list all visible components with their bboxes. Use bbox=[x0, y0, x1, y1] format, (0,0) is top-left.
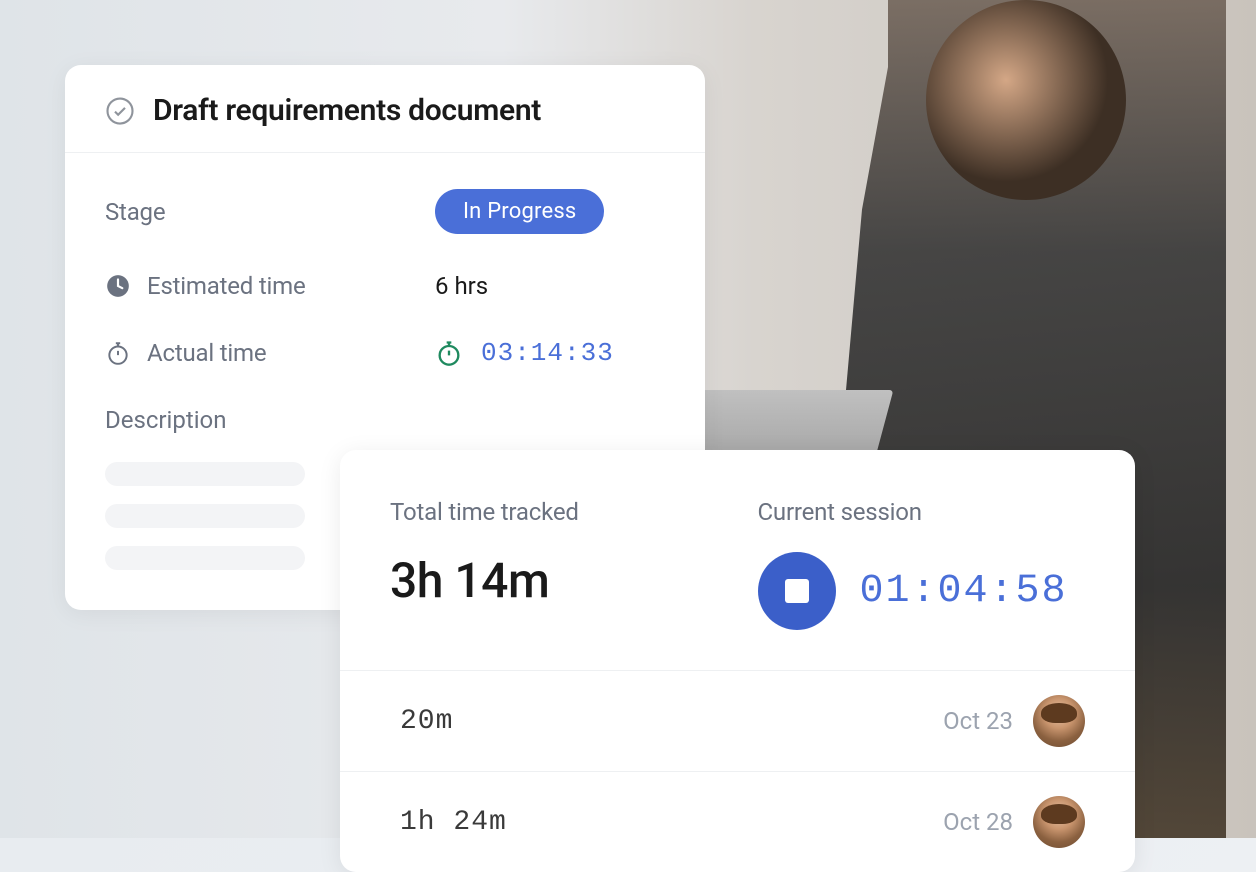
entry-date: Oct 28 bbox=[943, 808, 1013, 836]
skeleton-line bbox=[105, 546, 305, 570]
current-session-value: 01:04:58 bbox=[860, 569, 1068, 614]
time-entry-row[interactable]: 20m Oct 23 bbox=[340, 670, 1135, 771]
estimated-time-label: Estimated time bbox=[147, 272, 306, 300]
description-label: Description bbox=[105, 406, 665, 434]
total-time-col: Total time tracked 3h 14m bbox=[390, 498, 718, 630]
entry-duration: 1h 24m bbox=[400, 807, 507, 838]
entry-duration: 20m bbox=[400, 706, 453, 737]
user-avatar bbox=[1033, 695, 1085, 747]
current-session-col: Current session 01:04:58 bbox=[758, 498, 1086, 630]
user-avatar bbox=[1033, 796, 1085, 848]
skeleton-line bbox=[105, 462, 305, 486]
total-time-label: Total time tracked bbox=[390, 498, 718, 526]
stop-timer-button[interactable] bbox=[758, 552, 836, 630]
actual-time-label: Actual time bbox=[147, 339, 266, 367]
task-title: Draft requirements document bbox=[153, 93, 541, 128]
check-circle-icon bbox=[105, 96, 135, 126]
tracking-summary: Total time tracked 3h 14m Current sessio… bbox=[340, 450, 1135, 670]
current-session-label: Current session bbox=[758, 498, 1086, 526]
actual-time-row: Actual time 03:14:33 bbox=[105, 338, 665, 368]
stopwatch-icon bbox=[105, 340, 131, 366]
clock-icon bbox=[105, 273, 131, 299]
skeleton-line bbox=[105, 504, 305, 528]
stopwatch-active-icon bbox=[435, 339, 463, 367]
entry-date: Oct 23 bbox=[943, 707, 1013, 735]
estimated-time-row: Estimated time 6 hrs bbox=[105, 272, 665, 300]
time-entry-row[interactable]: 1h 24m Oct 28 bbox=[340, 771, 1135, 872]
total-time-value: 3h 14m bbox=[390, 552, 718, 609]
stop-icon bbox=[785, 579, 809, 603]
stage-label: Stage bbox=[105, 198, 165, 226]
task-header: Draft requirements document bbox=[65, 65, 705, 153]
actual-time-value: 03:14:33 bbox=[481, 338, 614, 368]
estimated-time-value: 6 hrs bbox=[435, 272, 488, 300]
stage-badge[interactable]: In Progress bbox=[435, 189, 604, 234]
time-tracking-card: Total time tracked 3h 14m Current sessio… bbox=[340, 450, 1135, 872]
stage-row: Stage In Progress bbox=[105, 189, 665, 234]
